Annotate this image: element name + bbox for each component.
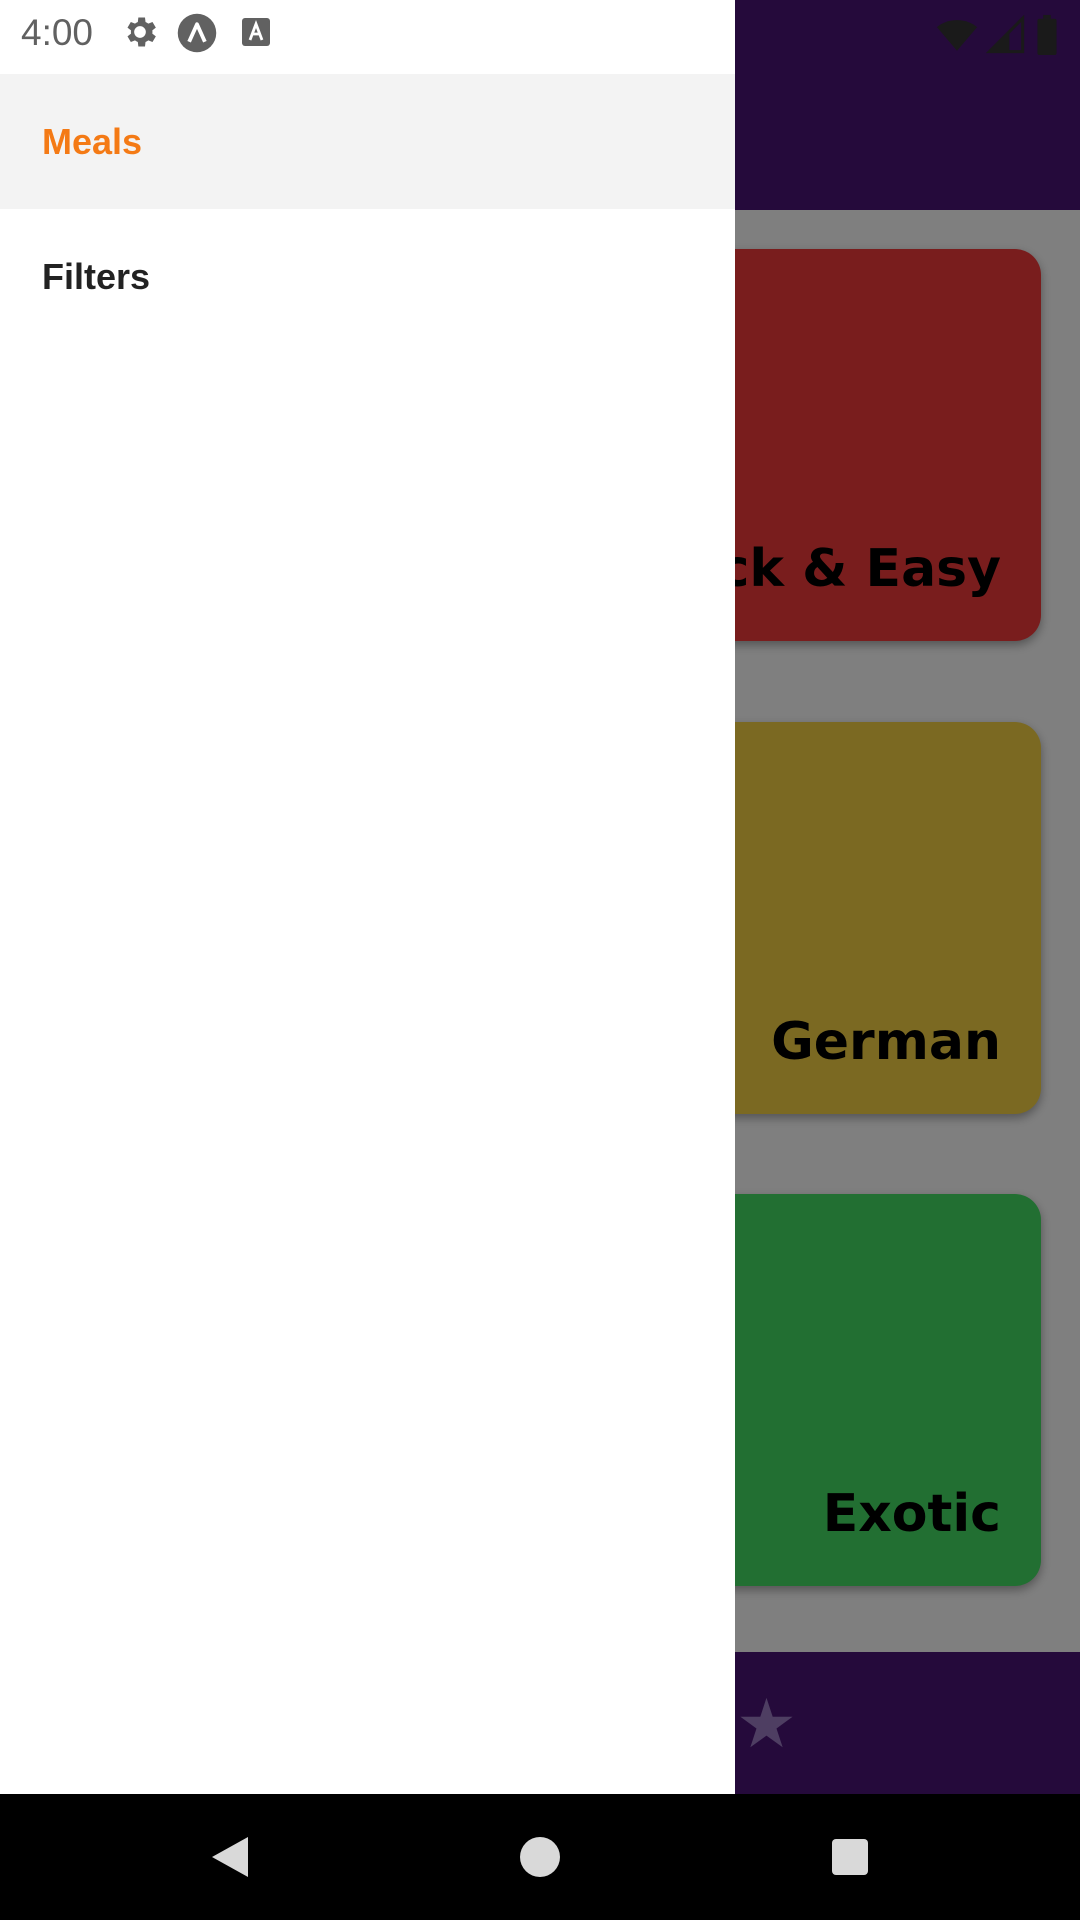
status-time: 4:00	[21, 12, 94, 53]
system-nav-bar	[0, 1794, 1080, 1920]
navigation-drawer: Meals Filters	[0, 0, 735, 1794]
back-icon[interactable]	[190, 1794, 270, 1920]
battery-icon	[1034, 14, 1060, 61]
lambda-icon	[176, 12, 218, 59]
recents-icon[interactable]	[810, 1794, 890, 1920]
drawer-item-label: Filters	[42, 255, 151, 297]
home-icon[interactable]	[500, 1794, 580, 1920]
drawer-item-label: Meals	[42, 120, 143, 162]
status-right-icons	[936, 14, 1060, 61]
wifi-icon	[936, 14, 978, 61]
signal-icon	[985, 14, 1026, 60]
status-bar: 4:00	[0, 0, 1080, 74]
drawer-item-meals[interactable]: Meals	[0, 74, 735, 209]
a-box-icon	[240, 12, 272, 57]
gear-icon	[120, 12, 160, 57]
drawer-item-filters[interactable]: Filters	[0, 209, 735, 344]
